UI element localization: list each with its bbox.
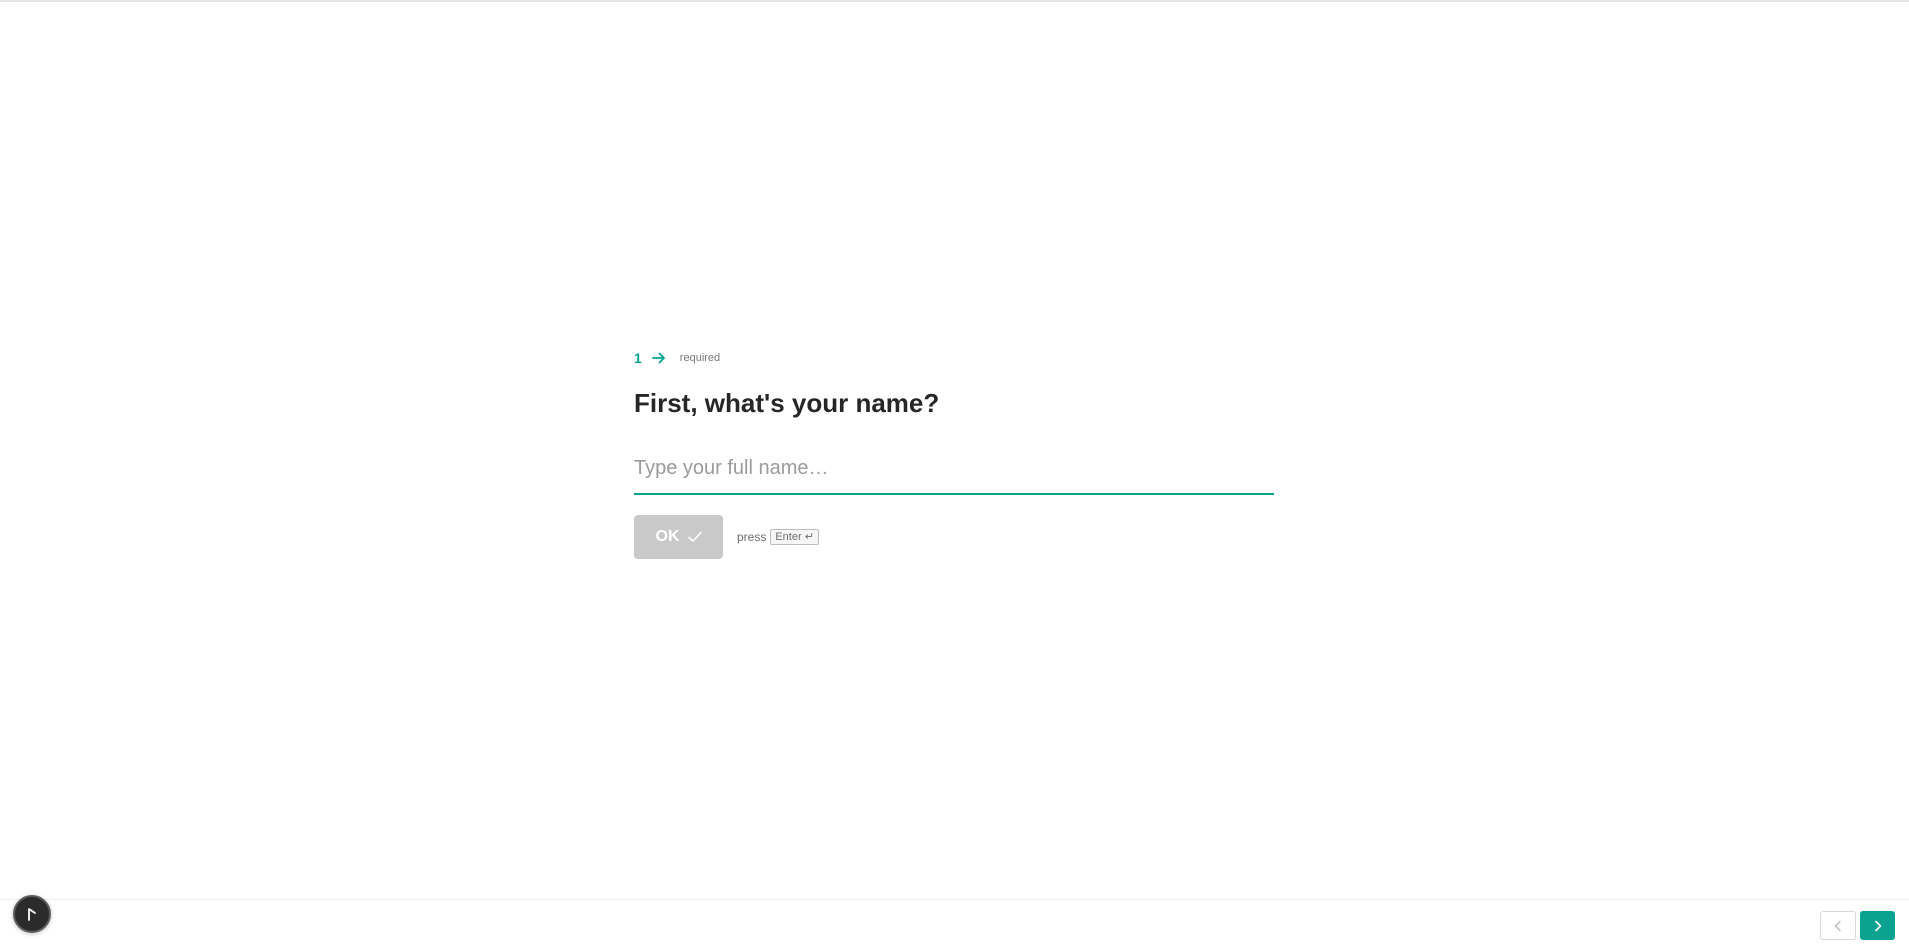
question-meta: 1 required	[634, 348, 1274, 368]
next-question-button[interactable]	[1860, 911, 1895, 940]
question-title: First, what's your name?	[634, 388, 940, 418]
required-label: required	[679, 352, 721, 364]
question-number: 1	[634, 350, 642, 366]
question-block: 1 required First, what's your name? OK p…	[634, 348, 1274, 560]
press-label: press	[737, 530, 767, 545]
arrow-right-icon	[651, 352, 665, 364]
top-progress-track	[0, 0, 1909, 2]
press-enter-hint: press Enter ↵	[737, 529, 819, 546]
chevron-right-icon	[1874, 920, 1881, 931]
assist-button[interactable]	[13, 895, 51, 933]
previous-question-button[interactable]	[1820, 911, 1856, 940]
chevron-left-icon	[1834, 920, 1841, 931]
checkmark-icon	[687, 531, 702, 542]
ok-button[interactable]: OK	[634, 515, 723, 560]
footer-divider	[0, 899, 1909, 900]
ok-button-label: OK	[655, 528, 680, 546]
question-actions: OK press Enter ↵	[634, 515, 1274, 560]
full-name-input[interactable]	[634, 449, 1274, 496]
enter-key-badge: Enter ↵	[770, 529, 819, 546]
cursor-icon	[28, 908, 36, 921]
